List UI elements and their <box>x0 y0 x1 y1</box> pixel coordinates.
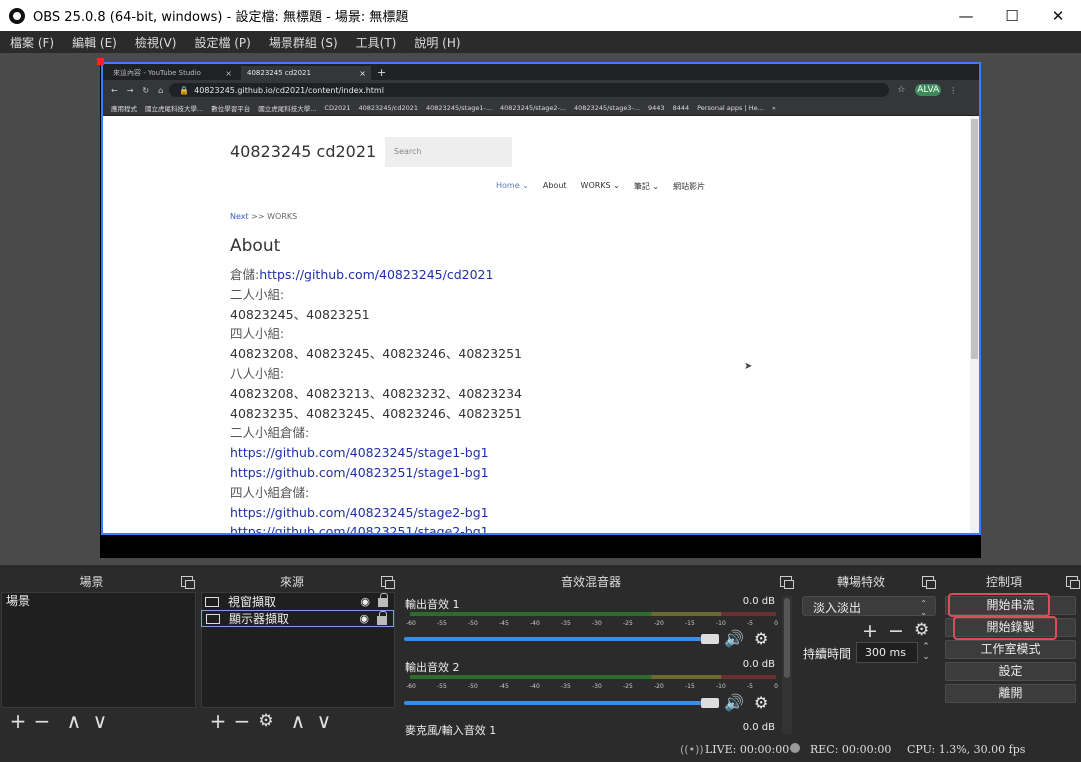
volume-slider[interactable] <box>404 701 716 705</box>
eye-icon[interactable]: ◉ <box>360 595 370 608</box>
move-down-icon[interactable]: ∨ <box>315 709 333 733</box>
channel-name: 輸出音效 2 <box>405 661 460 674</box>
speaker-icon[interactable]: 🔊 <box>724 629 744 648</box>
duration-label: 持續時間 <box>803 647 852 661</box>
scenes-dock-title: 場景 <box>79 575 104 589</box>
volume-slider[interactable] <box>404 637 716 641</box>
menu-bar: 檔案 (F) 編輯 (E) 檢視(V) 設定檔 (P) 場景群組 (S) 工具(… <box>0 31 1081 53</box>
source-label: 顯示器擷取 <box>229 612 290 626</box>
volume-slider-handle[interactable] <box>701 698 719 708</box>
channel-db: 0.0 dB <box>742 596 775 607</box>
sources-toolbar: + − ⚙ ∧ ∨ <box>200 708 333 734</box>
rec-status: REC: 00:00:00 <box>810 743 892 756</box>
remove-transition-icon[interactable]: − <box>888 620 904 642</box>
window-title: OBS 25.0.8 (64-bit, windows) - 設定檔: 無標題 … <box>33 10 409 25</box>
exit-button[interactable]: 離開 <box>945 684 1076 703</box>
updown-icon: ⌃ ⌄ <box>920 599 927 617</box>
maximize-button[interactable]: ☐ <box>989 0 1035 31</box>
transitions-dock-title: 轉場特效 <box>836 575 885 589</box>
add-transition-icon[interactable]: + <box>862 620 878 642</box>
menu-profile[interactable]: 設定檔 (P) <box>184 34 258 51</box>
lock-icon[interactable] <box>377 611 387 625</box>
meter-scale: -60 -55 -50 -45 -40 -35 -30 -25 -20 -15 -10 -5 0 <box>406 620 778 627</box>
gear-icon[interactable]: ⚙ <box>914 620 929 640</box>
speaker-icon[interactable]: 🔊 <box>724 693 744 712</box>
cpu-status: CPU: 1.3%, 30.00 fps <box>907 743 1026 756</box>
float-dock-icon[interactable] <box>922 576 936 589</box>
resize-handle[interactable] <box>97 58 104 65</box>
scenes-toolbar: + − ∧ ∨ <box>0 708 109 734</box>
move-down-icon[interactable]: ∨ <box>91 709 109 733</box>
float-dock-icon[interactable] <box>1066 576 1080 589</box>
channel-db: 0.0 dB <box>742 722 775 733</box>
channel-name: 麥克風/輸入音效 1 <box>405 724 497 737</box>
remove-source-icon[interactable]: − <box>233 709 251 733</box>
mixer-scrollbar[interactable] <box>782 596 792 734</box>
lock-icon[interactable] <box>378 593 388 607</box>
duration-input[interactable]: 300 ms <box>856 642 918 663</box>
audio-meter <box>410 675 776 679</box>
window-icon <box>205 596 219 607</box>
gear-icon[interactable]: ⚙ <box>754 629 768 648</box>
transition-select[interactable]: 淡入淡出 ⌃ ⌄ <box>802 596 936 617</box>
highlight-box <box>948 593 1050 617</box>
menu-edit[interactable]: 編輯 (E) <box>62 34 125 51</box>
live-status: LIVE: 00:00:00 <box>705 743 790 756</box>
menu-scene-collection[interactable]: 場景群組 (S) <box>259 34 346 51</box>
meter-scale: -60 -55 -50 -45 -40 -35 -30 -25 -20 -15 -10 -5 0 <box>406 683 778 690</box>
close-button[interactable]: ✕ <box>1035 0 1081 31</box>
scene-item[interactable]: 場景 <box>2 593 195 610</box>
audio-meter <box>410 612 776 616</box>
highlight-box <box>953 616 1057 640</box>
mixer-dock-title: 音效混音器 <box>560 575 621 589</box>
minimize-button[interactable]: — <box>943 0 989 31</box>
channel-name: 輸出音效 1 <box>405 598 460 611</box>
channel-db: 0.0 dB <box>742 659 775 670</box>
studio-mode-button[interactable]: 工作室模式 <box>945 640 1076 659</box>
menu-help[interactable]: 說明 (H) <box>404 34 468 51</box>
float-dock-icon[interactable] <box>780 576 794 589</box>
source-item-display-capture[interactable]: 顯示器擷取 ◉ <box>201 610 394 627</box>
float-dock-icon[interactable] <box>381 576 395 589</box>
move-up-icon[interactable]: ∧ <box>65 709 83 733</box>
scenes-list[interactable]: 場景 <box>1 592 196 708</box>
source-item-window-capture[interactable]: 視窗擷取 ◉ <box>201 593 394 610</box>
add-scene-icon[interactable]: + <box>9 709 27 733</box>
audio-mixer: 輸出音效 1 0.0 dB -60 -55 -50 -45 -40 -35 -30 -25 -2… <box>400 592 795 737</box>
status-bar: LIVE: 00:00:00 REC: 00:00:00 CPU: 1.3%, … <box>0 738 1081 762</box>
add-source-icon[interactable]: + <box>209 709 227 733</box>
title-bar: OBS 25.0.8 (64-bit, windows) - 設定檔: 無標題 … <box>0 0 1081 31</box>
gear-icon[interactable]: ⚙ <box>257 711 275 731</box>
controls-dock-title: 控制項 <box>985 575 1022 589</box>
settings-button[interactable]: 設定 <box>945 662 1076 681</box>
source-bounding-box[interactable] <box>101 62 981 535</box>
volume-slider-handle[interactable] <box>701 634 719 644</box>
duration-stepper[interactable]: ⌃ ⌄ <box>918 642 934 663</box>
eye-icon[interactable]: ◉ <box>359 612 369 625</box>
remove-scene-icon[interactable]: − <box>33 709 51 733</box>
menu-view[interactable]: 檢視(V) <box>125 34 185 51</box>
sources-dock-title: 來源 <box>279 575 304 589</box>
monitor-icon <box>206 613 220 624</box>
obs-logo-icon <box>9 7 25 24</box>
menu-file[interactable]: 檔案 (F) <box>0 34 62 51</box>
move-up-icon[interactable]: ∧ <box>289 709 307 733</box>
gear-icon[interactable]: ⚙ <box>754 693 768 712</box>
float-dock-icon[interactable] <box>181 576 195 589</box>
menu-tools[interactable]: 工具(T) <box>346 34 405 51</box>
source-label: 視窗擷取 <box>228 595 277 609</box>
